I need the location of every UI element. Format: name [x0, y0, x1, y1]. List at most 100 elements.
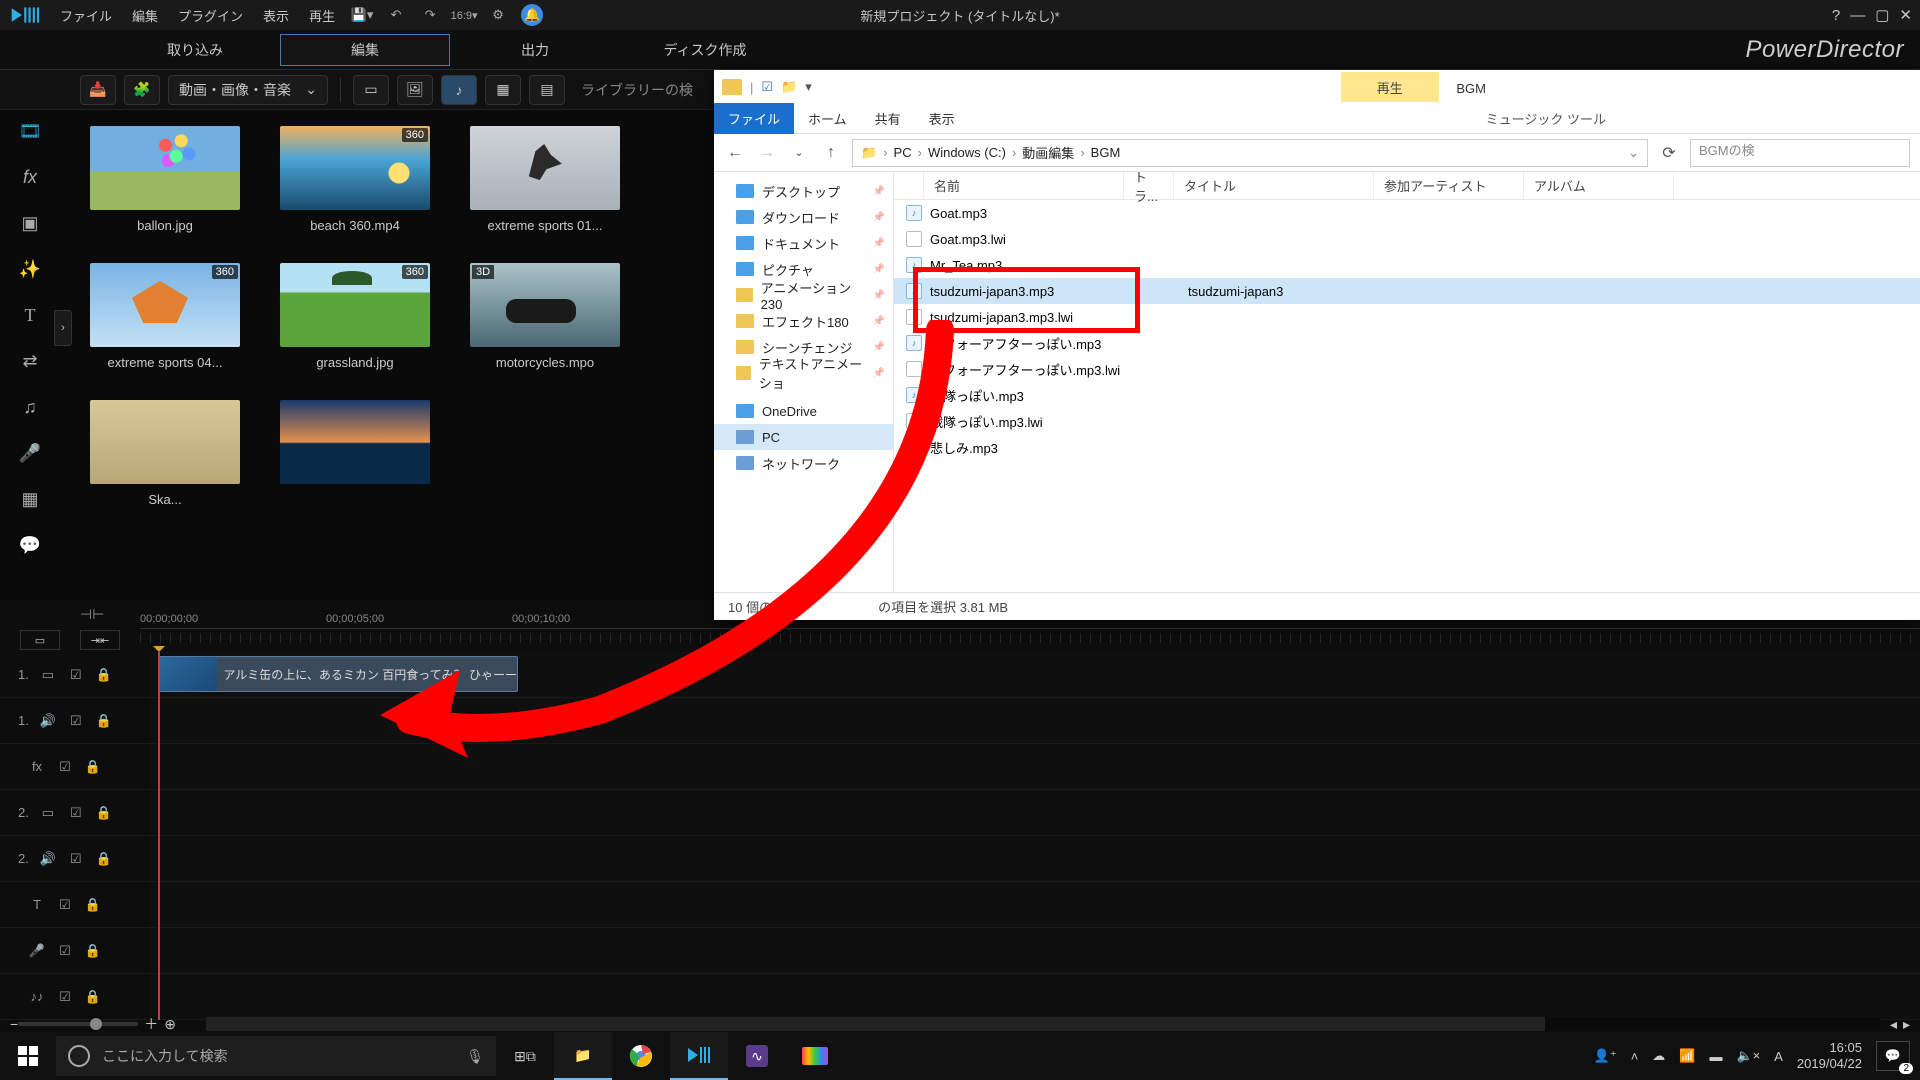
- media-thumb[interactable]: 3Dmotorcycles.mpo: [470, 263, 620, 370]
- scroll-right-icon[interactable]: ▸: [1903, 1016, 1910, 1033]
- playhead[interactable]: [158, 652, 160, 1020]
- media-filter-dropdown[interactable]: 動画・画像・音楽⌄: [168, 75, 328, 105]
- nav-recent-icon[interactable]: ⌄: [788, 142, 810, 164]
- chapter-room-icon[interactable]: ▦: [15, 486, 45, 512]
- grid-view-icon[interactable]: ▦: [485, 75, 521, 105]
- task-view-icon[interactable]: ⊞⧉: [496, 1032, 554, 1080]
- media-room-icon[interactable]: 🎞: [15, 118, 45, 144]
- file-row[interactable]: Goat.mp3.lwi: [894, 226, 1920, 252]
- tray-clock[interactable]: 16:05 2019/04/22: [1797, 1040, 1862, 1071]
- zoom-slider[interactable]: [18, 1022, 138, 1026]
- plugin-icon[interactable]: 🧩: [124, 75, 160, 105]
- taskbar-app5-icon[interactable]: [786, 1032, 844, 1080]
- timeline-scrollbar[interactable]: [206, 1017, 1880, 1031]
- file-row[interactable]: 戦隊っぽい.mp3.lwi: [894, 408, 1920, 434]
- nav-item[interactable]: デスクトップ📌: [714, 178, 893, 204]
- nav-item[interactable]: アニメーション230📌: [714, 282, 893, 308]
- media-thumb[interactable]: [280, 400, 430, 507]
- media-thumb[interactable]: extreme sports 01...: [470, 126, 620, 233]
- ribbon-file[interactable]: ファイル: [714, 103, 794, 134]
- timeline-track[interactable]: 🎤☑🔒: [0, 928, 1920, 974]
- title-room-icon[interactable]: T: [15, 302, 45, 328]
- voice-room-icon[interactable]: 🎤: [15, 440, 45, 466]
- expand-rail-icon[interactable]: ›: [54, 310, 72, 346]
- pip-room-icon[interactable]: ▣: [15, 210, 45, 236]
- ribbon-music-tools[interactable]: ミュージック ツール: [1472, 103, 1620, 134]
- ribbon-view[interactable]: 表示: [915, 103, 969, 134]
- taskbar-explorer-icon[interactable]: 📁: [554, 1032, 612, 1080]
- ruler-mode-icon[interactable]: ▭: [20, 630, 60, 650]
- tray-people-icon[interactable]: 👤⁺: [1594, 1048, 1617, 1064]
- filter-video-icon[interactable]: ▭: [353, 75, 389, 105]
- explorer-search[interactable]: BGMの検: [1690, 139, 1910, 167]
- nav-item[interactable]: PC: [714, 424, 893, 450]
- settings-icon[interactable]: ⚙: [485, 5, 511, 25]
- time-ruler[interactable]: 00;00;00;00 00;00;05;00 00;00;10;00: [140, 628, 1920, 652]
- media-thumb[interactable]: 360beach 360.mp4: [280, 126, 430, 233]
- fx-room-icon[interactable]: fx: [15, 164, 45, 190]
- nav-up-icon[interactable]: ↑: [820, 142, 842, 164]
- tab-disc[interactable]: ディスク作成: [620, 34, 790, 66]
- refresh-icon[interactable]: ⟳: [1658, 142, 1680, 164]
- ruler-snap-icon[interactable]: ⇥⇤: [80, 630, 120, 650]
- start-button[interactable]: [0, 1032, 56, 1080]
- menu-plugin[interactable]: プラグイン: [168, 6, 253, 25]
- zoom-out-icon[interactable]: −: [10, 1016, 18, 1032]
- timeline-track[interactable]: 2.▭☑🔒: [0, 790, 1920, 836]
- notify-icon[interactable]: 🔔: [519, 5, 545, 25]
- tray-ime-icon[interactable]: A: [1774, 1049, 1783, 1064]
- file-row[interactable]: ♪Goat.mp3: [894, 200, 1920, 226]
- media-thumb[interactable]: 360grassland.jpg: [280, 263, 430, 370]
- list-view-icon[interactable]: ▤: [529, 75, 565, 105]
- timeline-track[interactable]: 2.🔊☑🔒: [0, 836, 1920, 882]
- filter-audio-icon[interactable]: ♪: [441, 75, 477, 105]
- taskbar-search[interactable]: ここに入力して検索 🎙: [56, 1036, 496, 1076]
- explorer-titlebar[interactable]: | ☑ 📁 ▾ 再生 BGM: [714, 70, 1920, 104]
- timeline-clip[interactable]: アルミ缶の上に、あるミカン 百円食ってみ？ ひゃーー: [158, 656, 518, 692]
- audio-room-icon[interactable]: ♫: [15, 394, 45, 420]
- notification-center-icon[interactable]: 💬2: [1876, 1041, 1910, 1071]
- nav-item[interactable]: ダウンロード📌: [714, 204, 893, 230]
- breadcrumb[interactable]: 📁› PC› Windows (C:)› 動画編集› BGM ⌄: [852, 139, 1648, 167]
- redo-icon[interactable]: ↷: [417, 5, 443, 25]
- minimize-icon[interactable]: —: [1850, 7, 1865, 24]
- tab-edit[interactable]: 編集: [280, 34, 450, 66]
- tray-wifi-icon[interactable]: 📶: [1679, 1048, 1695, 1064]
- taskbar-chrome-icon[interactable]: [612, 1032, 670, 1080]
- nav-forward-icon[interactable]: →: [756, 142, 778, 164]
- maximize-icon[interactable]: ▢: [1875, 6, 1889, 24]
- tray-cloud-icon[interactable]: ☁: [1652, 1048, 1665, 1064]
- taskbar-powerdirector-icon[interactable]: [670, 1032, 728, 1080]
- timeline-track[interactable]: 1.▭☑🔒アルミ缶の上に、あるミカン 百円食ってみ？ ひゃーー: [0, 652, 1920, 698]
- timeline-track[interactable]: fx☑🔒: [0, 744, 1920, 790]
- nav-back-icon[interactable]: ←: [724, 142, 746, 164]
- file-row[interactable]: ♪悲しみ.mp3: [894, 434, 1920, 460]
- qat-check-icon[interactable]: ☑: [761, 79, 773, 95]
- media-thumb[interactable]: ballon.jpg: [90, 126, 240, 233]
- nav-item[interactable]: エフェクト180📌: [714, 308, 893, 334]
- menu-view[interactable]: 表示: [253, 6, 299, 25]
- scroll-left-icon[interactable]: ◂: [1890, 1016, 1897, 1033]
- tray-up-icon[interactable]: ˄: [1631, 1049, 1639, 1064]
- ribbon-home[interactable]: ホーム: [794, 103, 861, 134]
- qat-folder-icon[interactable]: 📁: [781, 79, 797, 95]
- close-icon[interactable]: ✕: [1899, 6, 1912, 24]
- tab-output[interactable]: 出力: [450, 34, 620, 66]
- transition-room-icon[interactable]: ⇄: [15, 348, 45, 374]
- menu-edit[interactable]: 編集: [122, 6, 168, 25]
- menu-file[interactable]: ファイル: [50, 6, 122, 25]
- file-row[interactable]: ♪ビフォーアフターっぽい.mp3: [894, 330, 1920, 356]
- particle-room-icon[interactable]: ✨: [15, 256, 45, 282]
- zoom-in-icon[interactable]: ＋: [144, 1014, 158, 1034]
- tray-battery-icon[interactable]: ▬: [1709, 1049, 1722, 1064]
- zoom-fit-icon[interactable]: ⊕: [164, 1016, 176, 1033]
- help-icon[interactable]: ?: [1832, 7, 1840, 24]
- filter-image-icon[interactable]: 🖼: [397, 75, 433, 105]
- media-thumb[interactable]: Ska...: [90, 400, 240, 507]
- column-headers[interactable]: 名前 トラ... タイトル 参加アーティスト アルバム: [894, 172, 1920, 200]
- mic-icon[interactable]: 🎙: [466, 1048, 484, 1065]
- import-media-icon[interactable]: 📥: [80, 75, 116, 105]
- nav-item[interactable]: ネットワーク: [714, 450, 893, 476]
- nav-item[interactable]: ドキュメント📌: [714, 230, 893, 256]
- timeline-track[interactable]: T☑🔒: [0, 882, 1920, 928]
